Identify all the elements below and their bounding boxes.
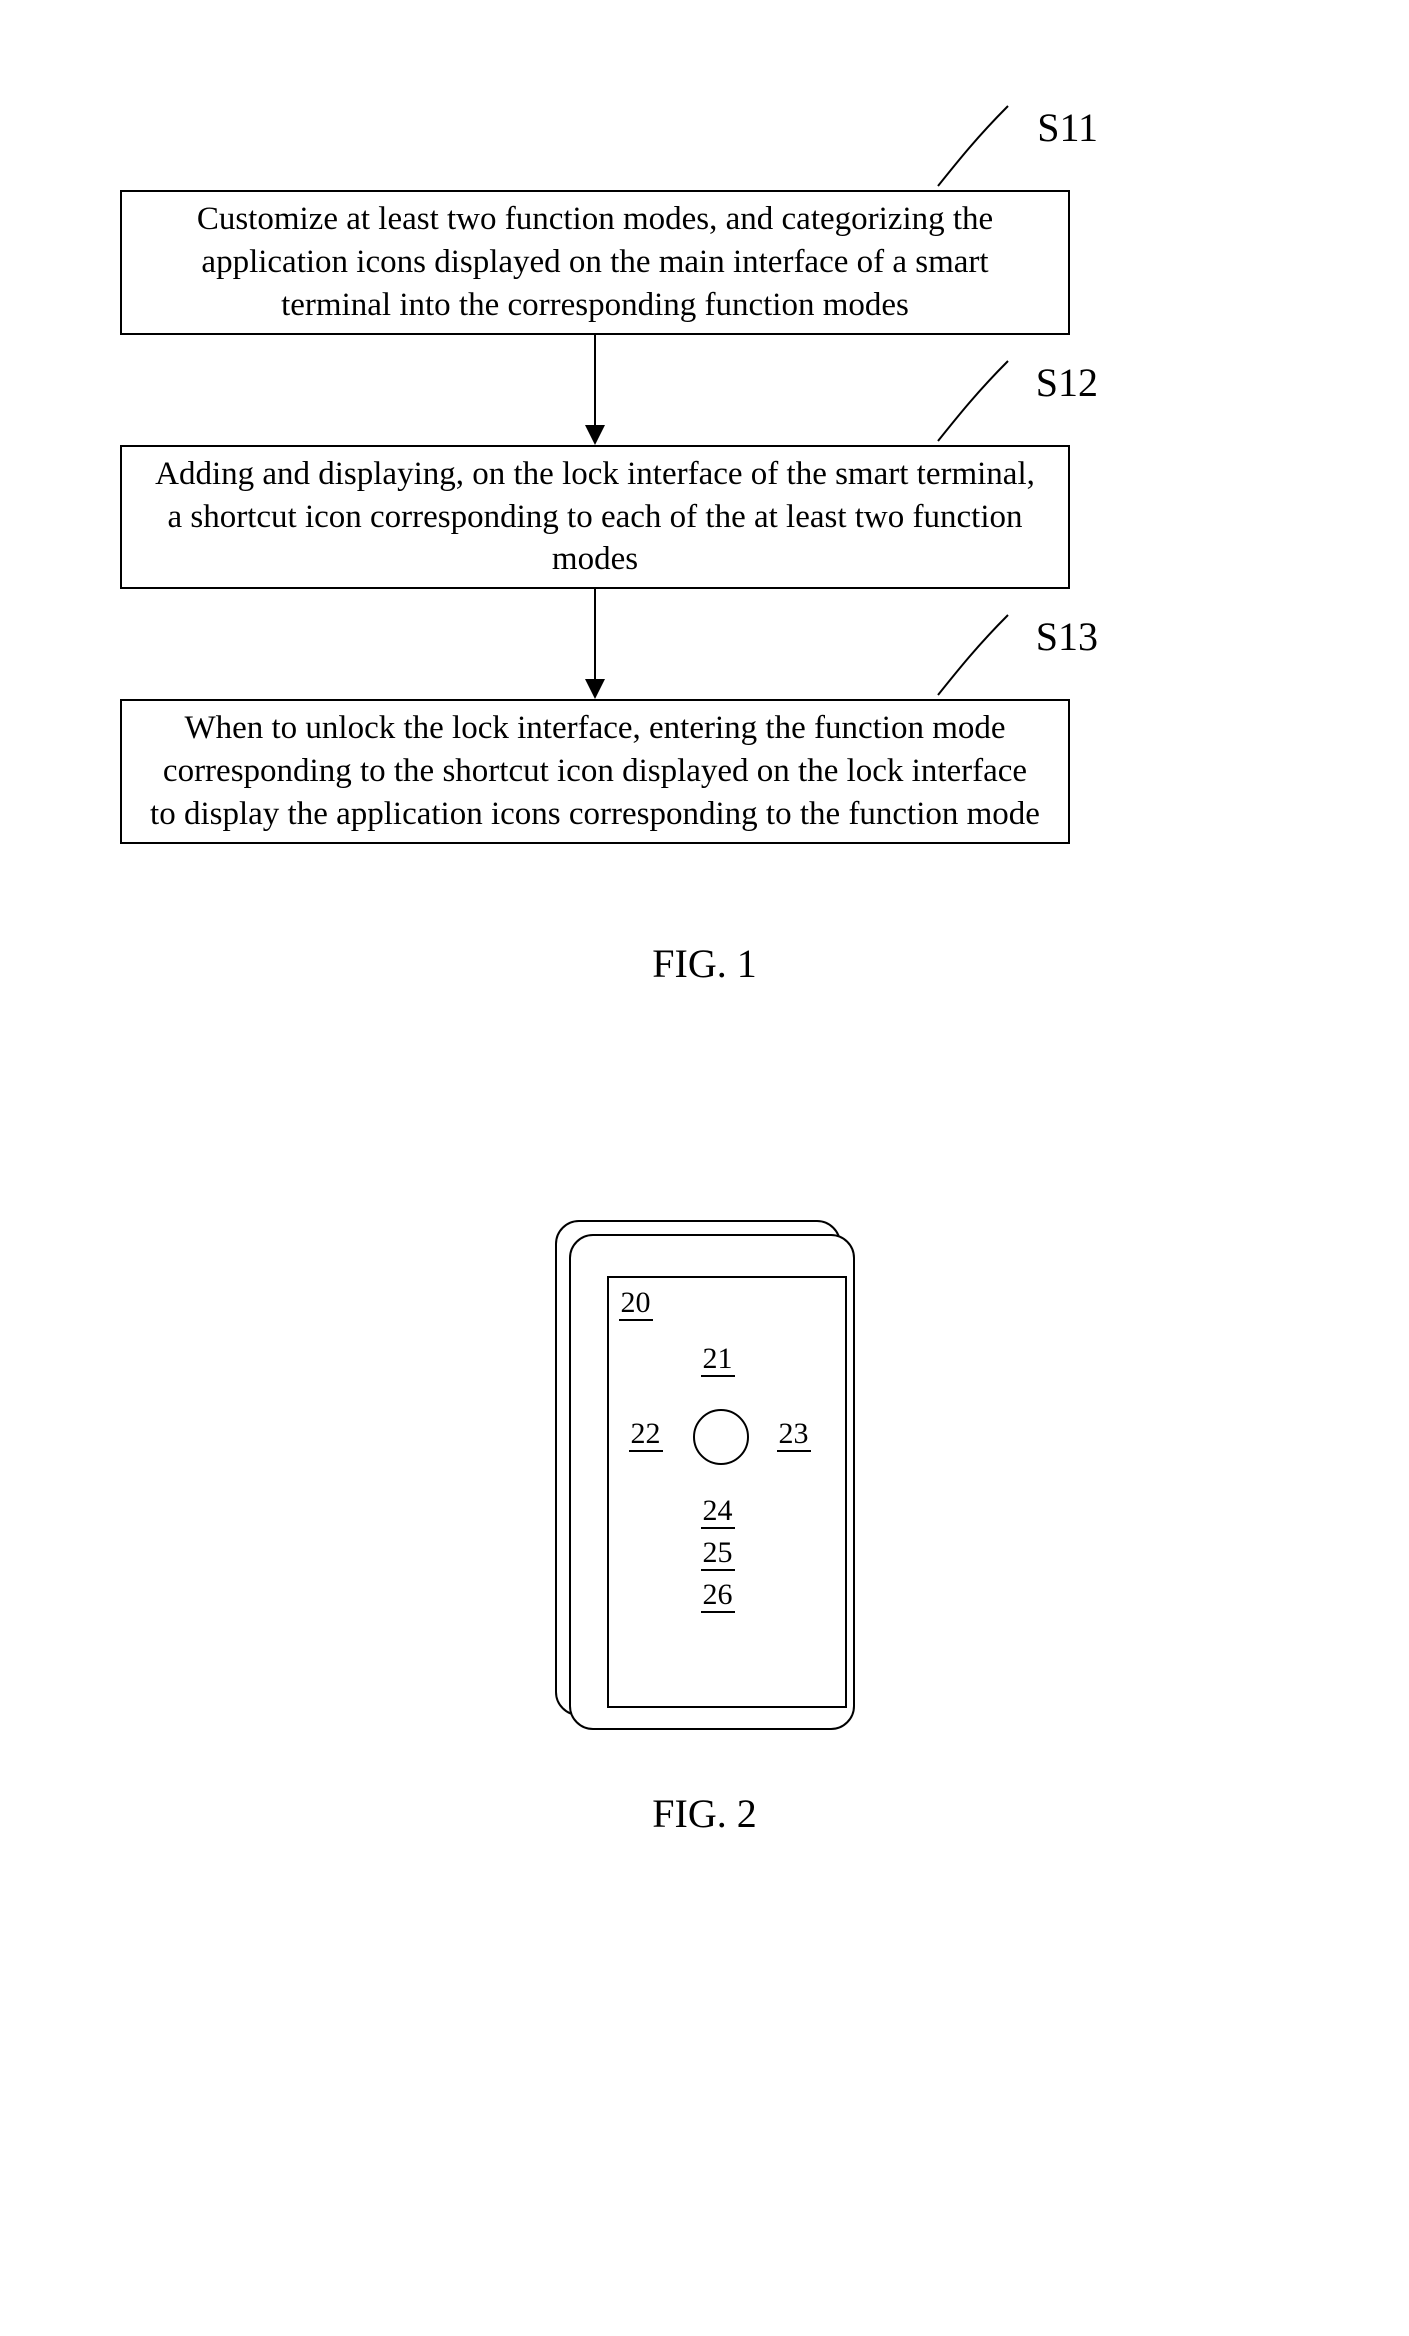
figure-1-caption: FIG. 1 <box>0 940 1409 987</box>
flowchart-step-s13: S13 When to unlock the lock interface, e… <box>120 699 1070 844</box>
ref-label-20: 20 <box>619 1288 653 1321</box>
step-text: When to unlock the lock interface, enter… <box>150 710 1040 832</box>
flowchart-fig1: S11 Customize at least two function mode… <box>120 190 1070 844</box>
ref-label-23: 23 <box>777 1419 811 1452</box>
figure-2-caption: FIG. 2 <box>0 1790 1409 1837</box>
phone-illustration-fig2: 20 21 22 23 24 25 26 <box>0 1220 1409 1730</box>
step-label-s11: S11 <box>1037 102 1098 154</box>
smart-terminal: 20 21 22 23 24 25 26 <box>555 1220 855 1730</box>
ref-label-26: 26 <box>701 1580 735 1613</box>
ref-label-22: 22 <box>629 1419 663 1452</box>
ref-label-21: 21 <box>701 1344 735 1377</box>
unlock-circle-icon <box>693 1409 749 1465</box>
flowchart-step-s12: S12 Adding and displaying, on the lock i… <box>120 445 1070 590</box>
ref-label-24: 24 <box>701 1496 735 1529</box>
arrow-down-icon <box>120 335 1070 445</box>
step-text: Adding and displaying, on the lock inter… <box>155 456 1035 578</box>
flowchart-step-s11: S11 Customize at least two function mode… <box>120 190 1070 335</box>
lock-interface-screen <box>607 1276 847 1708</box>
ref-label-25: 25 <box>701 1538 735 1571</box>
step-text: Customize at least two function modes, a… <box>197 201 993 323</box>
leader-line-icon <box>938 106 1038 186</box>
phone-body-front: 20 21 22 23 24 25 26 <box>569 1234 855 1730</box>
arrow-down-icon <box>120 589 1070 699</box>
